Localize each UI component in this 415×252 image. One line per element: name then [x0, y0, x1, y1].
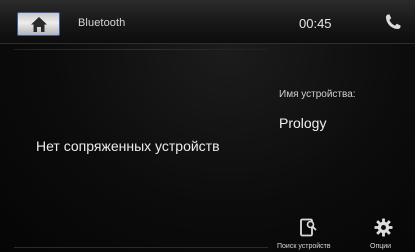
- bottom-divider: [14, 247, 268, 248]
- phone-icon[interactable]: [384, 13, 402, 31]
- search-devices-button[interactable]: Поиск устройств: [270, 215, 350, 252]
- gear-icon: [374, 218, 393, 237]
- divider: [14, 49, 268, 50]
- device-search-icon: [300, 218, 317, 237]
- home-icon: [30, 16, 47, 32]
- home-button[interactable]: [17, 12, 60, 36]
- page-title: Bluetooth: [78, 17, 126, 29]
- options-button[interactable]: Опции: [362, 215, 410, 252]
- top-bar: Bluetooth 00:45: [0, 0, 415, 44]
- device-name-value: Prology: [279, 115, 327, 131]
- search-devices-label: Поиск устройств: [277, 243, 331, 250]
- options-label: Опции: [370, 243, 392, 250]
- device-name-label: Имя устройства:: [279, 89, 356, 100]
- no-paired-devices-message: Нет сопряженных устройств: [36, 138, 220, 154]
- bluetooth-screen: Bluetooth 00:45 Нет сопряженных устройст…: [0, 0, 415, 252]
- clock: 00:45: [299, 16, 332, 31]
